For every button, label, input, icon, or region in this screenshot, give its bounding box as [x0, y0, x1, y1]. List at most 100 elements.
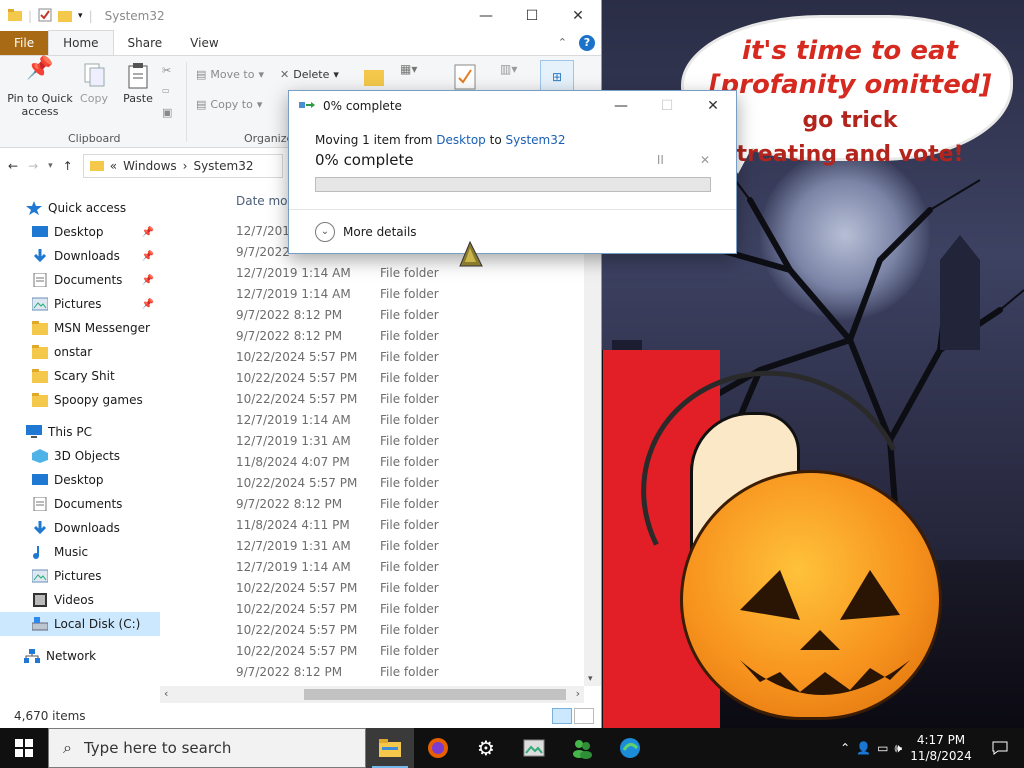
- table-row[interactable]: 11/8/2024 4:11 PM File folder: [236, 514, 439, 535]
- pin-icon[interactable]: 📌: [142, 251, 154, 262]
- source-link[interactable]: Desktop: [436, 133, 486, 147]
- pause-icon[interactable]: II: [657, 153, 664, 167]
- table-row[interactable]: 12/7/2019 1:31 AM File folder: [236, 535, 439, 556]
- nav-pc-downloads[interactable]: Downloads: [0, 516, 160, 540]
- photo-viewer-icon[interactable]: [510, 728, 558, 768]
- horizontal-scrollbar[interactable]: ‹ ›: [160, 686, 584, 703]
- address-overflow[interactable]: «: [110, 159, 117, 173]
- file-explorer-icon[interactable]: [366, 728, 414, 768]
- back-arrow-icon[interactable]: ←: [8, 159, 18, 173]
- help-icon[interactable]: ?: [579, 35, 595, 51]
- large-icons-view-icon[interactable]: [574, 708, 594, 724]
- table-row[interactable]: 10/22/2024 5:57 PM File folder: [236, 598, 439, 619]
- copy-path-icon[interactable]: ▭: [162, 86, 170, 95]
- table-row[interactable]: 10/22/2024 5:57 PM File folder: [236, 640, 439, 661]
- copy-button[interactable]: Copy: [74, 62, 114, 105]
- open-icon[interactable]: ▥▾: [500, 62, 517, 76]
- table-row[interactable]: 12/7/2019 1:14 AM File folder: [236, 262, 439, 283]
- network-icon[interactable]: ▭: [877, 741, 888, 755]
- cut-icon[interactable]: ✂: [162, 64, 171, 77]
- nav-pc-3d-objects[interactable]: 3D Objects: [0, 444, 160, 468]
- nav-pc-music[interactable]: Music: [0, 540, 160, 564]
- new-folder-large-icon[interactable]: [364, 66, 386, 91]
- move-to-button[interactable]: ▤ Move to ▾: [196, 68, 264, 81]
- nav-pc-videos[interactable]: Videos: [0, 588, 160, 612]
- dialog-close-button[interactable]: ✕: [690, 91, 736, 121]
- nav-qa-onstar[interactable]: onstar: [0, 340, 160, 364]
- nav-qa-documents[interactable]: Documents 📌: [0, 268, 160, 292]
- nav-qa-pictures[interactable]: Pictures 📌: [0, 292, 160, 316]
- breadcrumb-separator[interactable]: ›: [183, 159, 188, 173]
- table-row[interactable]: 10/22/2024 5:57 PM File folder: [236, 577, 439, 598]
- destination-link[interactable]: System32: [505, 133, 565, 147]
- dialog-minimize-button[interactable]: —: [598, 91, 644, 121]
- delete-button[interactable]: ✕ Delete ▾: [280, 68, 339, 81]
- table-row[interactable]: 11/8/2024 4:07 PM File folder: [236, 451, 439, 472]
- more-details-toggle[interactable]: ⌄ More details: [289, 209, 736, 253]
- nav-pc-documents[interactable]: Documents: [0, 492, 160, 516]
- tab-home[interactable]: Home: [48, 30, 114, 55]
- table-row[interactable]: 10/22/2024 5:57 PM File folder: [236, 619, 439, 640]
- table-row[interactable]: 9/7/2022 8:12 PM File folder: [236, 661, 439, 682]
- horizontal-scroll-thumb[interactable]: [304, 689, 566, 700]
- maximize-button[interactable]: ☐: [509, 0, 555, 32]
- start-button[interactable]: [0, 728, 48, 768]
- show-hidden-icons-icon[interactable]: ⌃: [840, 741, 850, 755]
- copy-to-button[interactable]: ▤ Copy to ▾: [196, 98, 262, 111]
- address-bar[interactable]: « Windows › System32: [82, 154, 283, 178]
- settings-icon[interactable]: ⚙: [462, 728, 510, 768]
- dialog-titlebar[interactable]: 0% complete — ☐ ✕: [289, 91, 736, 121]
- properties-icon[interactable]: [38, 8, 52, 25]
- table-row[interactable]: 9/7/2022 8:12 PM File folder: [236, 325, 439, 346]
- table-row[interactable]: 10/22/2024 5:57 PM File folder: [236, 367, 439, 388]
- vertical-scrollbar[interactable]: ▾: [584, 186, 601, 686]
- scroll-right-icon[interactable]: ›: [576, 687, 580, 700]
- breadcrumb-system32[interactable]: System32: [193, 159, 253, 173]
- msn-status-icon[interactable]: 👤: [856, 741, 871, 755]
- new-folder-icon[interactable]: [58, 8, 73, 25]
- close-button[interactable]: ✕: [555, 0, 601, 32]
- nav-qa-spoopy-games[interactable]: Spoopy games: [0, 388, 160, 412]
- chevron-up-icon[interactable]: ⌃: [558, 36, 567, 49]
- nav-pc-pictures[interactable]: Pictures: [0, 564, 160, 588]
- properties-large-icon[interactable]: [454, 64, 478, 93]
- scroll-left-icon[interactable]: ‹: [164, 687, 168, 700]
- msn-messenger-icon[interactable]: [558, 728, 606, 768]
- nav-network[interactable]: Network: [0, 644, 160, 668]
- table-row[interactable]: 9/7/2022 8:12 PM File folder: [236, 304, 439, 325]
- table-row[interactable]: 10/22/2024 5:57 PM File folder: [236, 472, 439, 493]
- taskbar-search-box[interactable]: ⌕ Type here to search: [48, 728, 366, 768]
- scroll-down-icon[interactable]: ▾: [588, 674, 593, 684]
- nav-qa-desktop[interactable]: Desktop 📌: [0, 220, 160, 244]
- paste-shortcut-icon[interactable]: ▣: [162, 106, 172, 119]
- tab-file[interactable]: File: [0, 31, 49, 55]
- table-row[interactable]: 12/7/2019 1:31 AM File folder: [236, 430, 439, 451]
- nav-qa-msn-messenger[interactable]: MSN Messenger: [0, 316, 160, 340]
- chevron-down-icon[interactable]: ▾: [78, 11, 83, 21]
- table-row[interactable]: 10/22/2024 5:57 PM File folder: [236, 388, 439, 409]
- nav-qa-scary-shit[interactable]: Scary Shit: [0, 364, 160, 388]
- nav-qa-downloads[interactable]: Downloads 📌: [0, 244, 160, 268]
- dialog-maximize-button[interactable]: ☐: [644, 91, 690, 121]
- paste-button[interactable]: Paste: [118, 62, 158, 105]
- nav-pc-desktop[interactable]: Desktop: [0, 468, 160, 492]
- table-row[interactable]: 12/7/2019 1:14 AM File folder: [236, 556, 439, 577]
- forward-arrow-icon[interactable]: →: [28, 159, 38, 173]
- explorer-titlebar[interactable]: | ▾ | System32 — ☐ ✕: [0, 0, 601, 32]
- volume-icon[interactable]: 🕪: [894, 741, 902, 756]
- table-row[interactable]: 9/7/2022 8:12 PM File folder: [236, 493, 439, 514]
- pin-icon[interactable]: 📌: [142, 227, 154, 238]
- nav-quick-access[interactable]: Quick access: [0, 196, 160, 220]
- clock[interactable]: 4:17 PM 11/8/2024: [908, 732, 974, 764]
- select-all-icon[interactable]: ⊞: [540, 60, 574, 94]
- details-view-icon[interactable]: [552, 708, 572, 724]
- table-row[interactable]: 10/22/2024 5:57 PM File folder: [236, 346, 439, 367]
- nav-this-pc[interactable]: This PC: [0, 420, 160, 444]
- firefox-icon[interactable]: [414, 728, 462, 768]
- pin-icon[interactable]: 📌: [142, 299, 154, 310]
- recent-locations-icon[interactable]: ▾: [48, 161, 53, 171]
- up-arrow-icon[interactable]: ↑: [63, 159, 73, 173]
- tab-share[interactable]: Share: [114, 31, 177, 55]
- nav-pc-local-disk-c-[interactable]: Local Disk (C:): [0, 612, 160, 636]
- column-header-date[interactable]: Date mod: [236, 194, 295, 208]
